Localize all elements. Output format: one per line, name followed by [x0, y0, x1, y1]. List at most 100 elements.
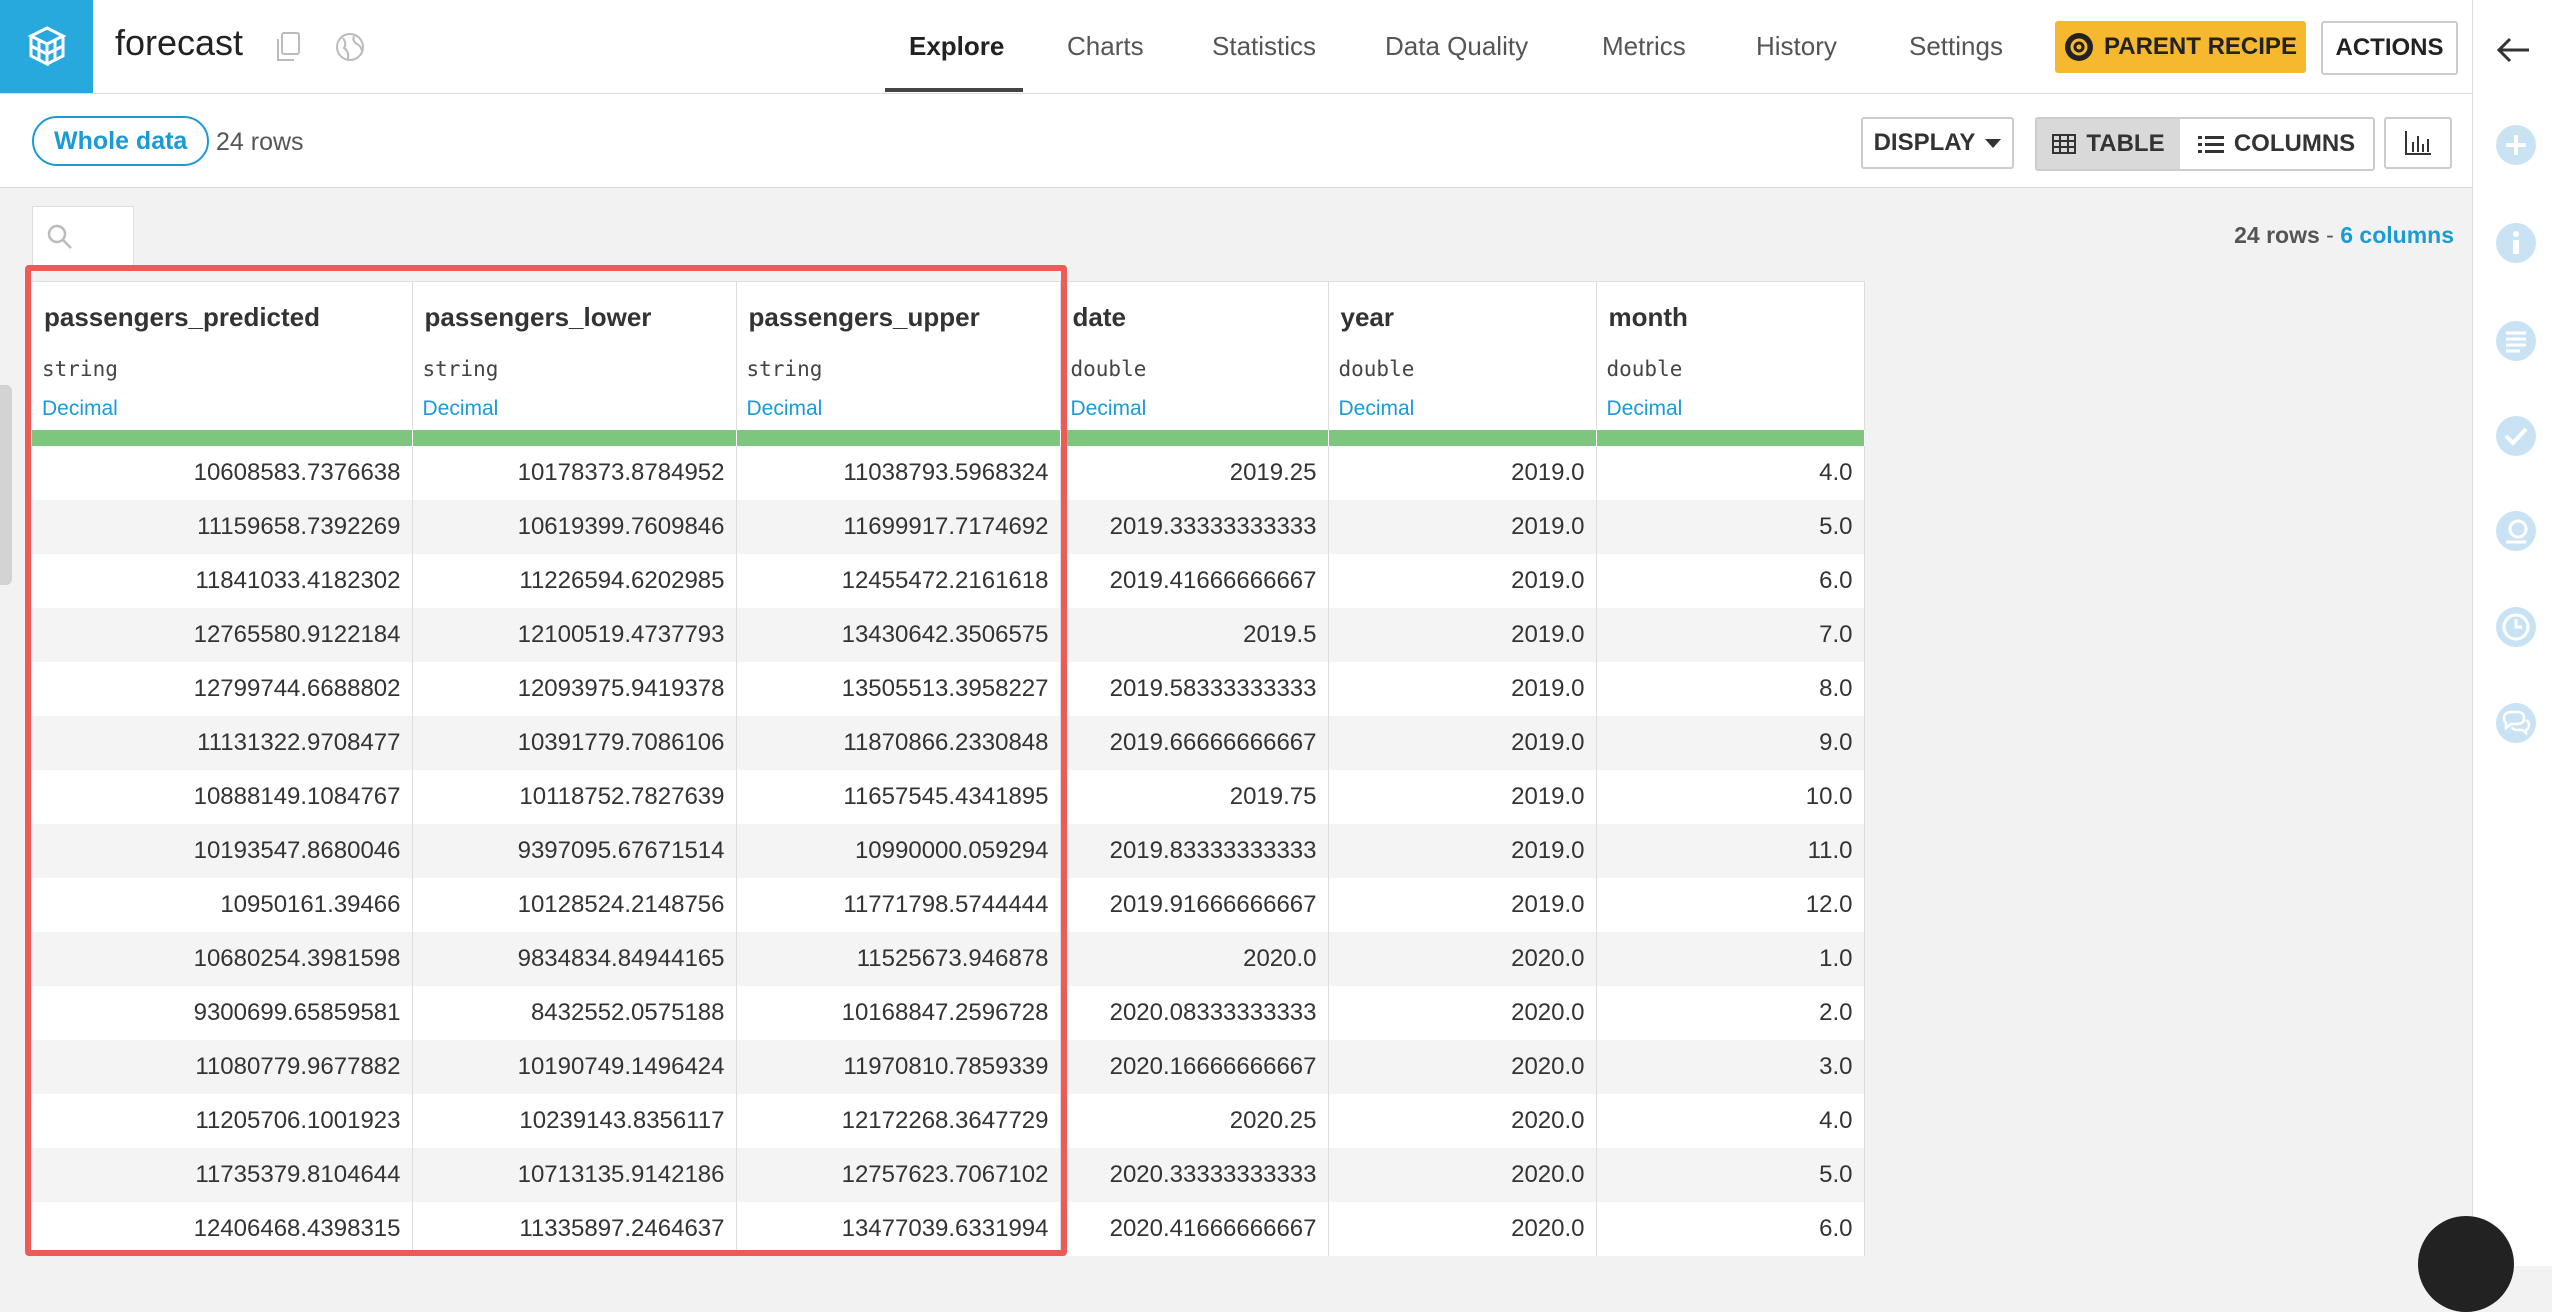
- table-cell[interactable]: 2020.33333333333: [1060, 1148, 1329, 1202]
- table-cell[interactable]: 10128524.2148756: [412, 878, 737, 932]
- table-cell[interactable]: 2019.0: [1328, 878, 1597, 932]
- table-cell[interactable]: 11771798.5744444: [736, 878, 1061, 932]
- table-cell[interactable]: 10950161.39466: [32, 878, 413, 932]
- table-cell[interactable]: 2020.0: [1328, 1148, 1597, 1202]
- table-cell[interactable]: 2020.08333333333: [1060, 986, 1329, 1040]
- table-cell[interactable]: 2019.75: [1060, 770, 1329, 824]
- column-header[interactable]: year double Decimal: [1328, 281, 1597, 430]
- column-header[interactable]: passengers_predicted string Decimal: [32, 281, 413, 430]
- tab-charts[interactable]: Charts: [1067, 0, 1144, 93]
- tab-explore[interactable]: Explore: [909, 0, 1004, 93]
- tab-statistics[interactable]: Statistics: [1212, 0, 1316, 93]
- table-cell[interactable]: 2020.0: [1328, 932, 1597, 986]
- tab-data-quality[interactable]: Data Quality: [1385, 0, 1528, 93]
- sample-selector[interactable]: Whole data: [32, 116, 210, 166]
- search-input[interactable]: [32, 206, 134, 266]
- table-cell[interactable]: 2019.66666666667: [1060, 716, 1329, 770]
- table-cell[interactable]: 7.0: [1596, 608, 1865, 662]
- quality-bar[interactable]: [1328, 430, 1597, 446]
- table-cell[interactable]: 2019.0: [1328, 554, 1597, 608]
- tab-settings[interactable]: Settings: [1909, 0, 2003, 93]
- table-cell[interactable]: 2019.0: [1328, 824, 1597, 878]
- summary-columns-link[interactable]: 6 columns: [2340, 222, 2454, 248]
- table-cell[interactable]: 2019.33333333333: [1060, 500, 1329, 554]
- table-cell[interactable]: 12799744.6688802: [32, 662, 413, 716]
- table-cell[interactable]: 12406468.4398315: [32, 1202, 413, 1256]
- globe-icon[interactable]: [335, 32, 365, 67]
- table-cell[interactable]: 10680254.3981598: [32, 932, 413, 986]
- check-icon[interactable]: [2495, 415, 2537, 462]
- table-cell[interactable]: 12093975.9419378: [412, 662, 737, 716]
- details-icon[interactable]: [2495, 320, 2537, 367]
- table-cell[interactable]: 4.0: [1596, 446, 1865, 500]
- quality-bar[interactable]: [412, 430, 737, 446]
- table-cell[interactable]: 2019.58333333333: [1060, 662, 1329, 716]
- table-cell[interactable]: 11335897.2464637: [412, 1202, 737, 1256]
- table-cell[interactable]: 13430642.3506575: [736, 608, 1061, 662]
- table-cell[interactable]: 10193547.8680046: [32, 824, 413, 878]
- table-cell[interactable]: 10239143.8356117: [412, 1094, 737, 1148]
- columns-view-button[interactable]: COLUMNS: [2180, 119, 2373, 169]
- table-cell[interactable]: 3.0: [1596, 1040, 1865, 1094]
- tab-metrics[interactable]: Metrics: [1602, 0, 1686, 93]
- table-cell[interactable]: 11038793.5968324: [736, 446, 1061, 500]
- column-meaning[interactable]: Decimal: [1339, 397, 1415, 421]
- left-panel-handle[interactable]: [0, 385, 12, 585]
- parent-recipe-button[interactable]: PARENT RECIPE: [2055, 21, 2306, 73]
- table-cell[interactable]: 8.0: [1596, 662, 1865, 716]
- discussions-icon[interactable]: [2495, 702, 2537, 749]
- column-meaning[interactable]: Decimal: [1071, 397, 1147, 421]
- column-meaning[interactable]: Decimal: [747, 397, 823, 421]
- table-cell[interactable]: 10391779.7086106: [412, 716, 737, 770]
- table-cell[interactable]: 10619399.7609846: [412, 500, 737, 554]
- display-dropdown[interactable]: DISPLAY: [1861, 117, 2014, 169]
- table-cell[interactable]: 2020.0: [1328, 1202, 1597, 1256]
- table-cell[interactable]: 11205706.1001923: [32, 1094, 413, 1148]
- table-cell[interactable]: 13505513.3958227: [736, 662, 1061, 716]
- table-cell[interactable]: 2020.16666666667: [1060, 1040, 1329, 1094]
- table-cell[interactable]: 10608583.7376638: [32, 446, 413, 500]
- table-cell[interactable]: 9300699.65859581: [32, 986, 413, 1040]
- table-cell[interactable]: 5.0: [1596, 1148, 1865, 1202]
- table-cell[interactable]: 2020.0: [1060, 932, 1329, 986]
- actions-button[interactable]: ACTIONS: [2321, 21, 2458, 75]
- table-cell[interactable]: 11131322.9708477: [32, 716, 413, 770]
- table-cell[interactable]: 11226594.6202985: [412, 554, 737, 608]
- table-cell[interactable]: 2019.5: [1060, 608, 1329, 662]
- table-cell[interactable]: 8432552.0575188: [412, 986, 737, 1040]
- table-cell[interactable]: 2019.0: [1328, 608, 1597, 662]
- table-cell[interactable]: 11870866.2330848: [736, 716, 1061, 770]
- table-cell[interactable]: 2019.0: [1328, 446, 1597, 500]
- dataset-name[interactable]: forecast: [115, 22, 243, 64]
- table-cell[interactable]: 9834834.84944165: [412, 932, 737, 986]
- table-cell[interactable]: 11735379.8104644: [32, 1148, 413, 1202]
- table-cell[interactable]: 12455472.2161618: [736, 554, 1061, 608]
- table-cell[interactable]: 9.0: [1596, 716, 1865, 770]
- column-header[interactable]: date double Decimal: [1060, 281, 1329, 430]
- table-cell[interactable]: 13477039.6331994: [736, 1202, 1061, 1256]
- charts-panel-button[interactable]: [2384, 117, 2452, 169]
- table-cell[interactable]: 2019.41666666667: [1060, 554, 1329, 608]
- table-cell[interactable]: 11699917.7174692: [736, 500, 1061, 554]
- table-cell[interactable]: 1.0: [1596, 932, 1865, 986]
- table-cell[interactable]: 12100519.4737793: [412, 608, 737, 662]
- table-cell[interactable]: 11525673.946878: [736, 932, 1061, 986]
- table-cell[interactable]: 12757623.7067102: [736, 1148, 1061, 1202]
- table-cell[interactable]: 2020.25: [1060, 1094, 1329, 1148]
- table-cell[interactable]: 2019.0: [1328, 716, 1597, 770]
- table-view-button[interactable]: TABLE: [2037, 119, 2180, 169]
- table-cell[interactable]: 10888149.1084767: [32, 770, 413, 824]
- table-cell[interactable]: 10190749.1496424: [412, 1040, 737, 1094]
- table-cell[interactable]: 2020.41666666667: [1060, 1202, 1329, 1256]
- tab-history[interactable]: History: [1756, 0, 1837, 93]
- table-cell[interactable]: 12.0: [1596, 878, 1865, 932]
- copy-icon[interactable]: [275, 32, 301, 67]
- quality-bar[interactable]: [1596, 430, 1865, 446]
- table-cell[interactable]: 2020.0: [1328, 1094, 1597, 1148]
- table-cell[interactable]: 2020.0: [1328, 1040, 1597, 1094]
- table-cell[interactable]: 2019.0: [1328, 662, 1597, 716]
- quality-bar[interactable]: [736, 430, 1061, 446]
- table-cell[interactable]: 6.0: [1596, 554, 1865, 608]
- table-cell[interactable]: 10178373.8784952: [412, 446, 737, 500]
- table-cell[interactable]: 2019.91666666667: [1060, 878, 1329, 932]
